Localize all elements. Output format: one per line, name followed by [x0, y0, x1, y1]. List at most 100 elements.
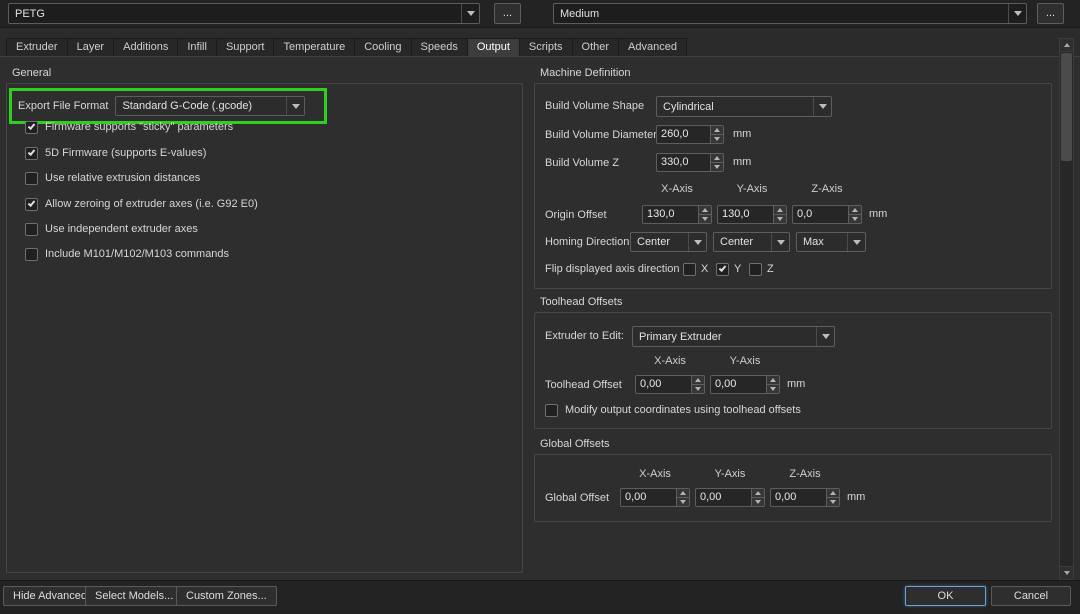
spin-value[interactable]: 0,00	[636, 376, 691, 393]
spin-value[interactable]: 0,00	[621, 489, 676, 506]
tab-infill[interactable]: Infill	[178, 38, 217, 57]
spin-down-icon[interactable]	[849, 215, 861, 223]
tab-temperature[interactable]: Temperature	[274, 38, 355, 57]
toolhead-offset-x-input[interactable]: 0,00	[635, 375, 705, 394]
spin-up-icon[interactable]	[774, 206, 786, 215]
spin-up-icon[interactable]	[692, 376, 704, 385]
quality-select[interactable]: Medium	[553, 3, 1027, 24]
spin-down-icon[interactable]	[752, 498, 764, 506]
spin-down-icon[interactable]	[827, 498, 839, 506]
chevron-down-icon[interactable]	[816, 327, 834, 346]
spin-up-icon[interactable]	[849, 206, 861, 215]
spin-up-icon[interactable]	[767, 376, 779, 385]
spin-value[interactable]: 130,0	[718, 206, 773, 223]
spin-up-icon[interactable]	[677, 489, 689, 498]
custom-zones-button[interactable]: Custom Zones...	[176, 586, 277, 606]
tab-other[interactable]: Other	[573, 38, 620, 57]
checkbox-include-m101-commands[interactable]: Include M101/M102/M103 commands	[25, 247, 229, 261]
spin-up-icon[interactable]	[699, 206, 711, 215]
toolhead-offset-y-input[interactable]: 0,00	[710, 375, 780, 394]
build-volume-diameter-input[interactable]: 260,0	[656, 125, 724, 144]
tab-extruder[interactable]: Extruder	[6, 38, 68, 57]
process-more-button[interactable]: ...	[494, 3, 521, 24]
spin-up-icon[interactable]	[711, 126, 723, 135]
spin-down-icon[interactable]	[767, 385, 779, 393]
checkbox-box[interactable]	[716, 263, 729, 276]
spin-value[interactable]: 260,0	[657, 126, 710, 143]
scroll-up-icon[interactable]	[1060, 39, 1073, 52]
checkbox-box[interactable]	[25, 198, 38, 211]
tab-advanced[interactable]: Advanced	[619, 38, 687, 57]
spin-down-icon[interactable]	[699, 215, 711, 223]
flip-axis-y-checkbox[interactable]: Y	[716, 262, 741, 276]
tab-speeds[interactable]: Speeds	[412, 38, 468, 57]
export-file-format-select[interactable]: Standard G-Code (.gcode)	[115, 96, 305, 116]
spin-down-icon[interactable]	[774, 215, 786, 223]
checkbox-box[interactable]	[25, 248, 38, 261]
spin-value[interactable]: 330,0	[657, 154, 710, 171]
chevron-down-icon[interactable]	[771, 233, 789, 251]
spin-down-icon[interactable]	[711, 135, 723, 143]
output-settings-panel: General Export File Format Standard G-Co…	[0, 56, 1080, 580]
checkbox-relative-extrusion[interactable]: Use relative extrusion distances	[25, 171, 200, 185]
chevron-down-icon[interactable]	[286, 97, 304, 115]
chevron-down-icon[interactable]	[1008, 4, 1026, 23]
spin-up-icon[interactable]	[711, 154, 723, 163]
chevron-down-icon[interactable]	[813, 97, 831, 116]
ok-button[interactable]: OK	[905, 586, 986, 606]
checkbox-box[interactable]	[545, 404, 558, 417]
flip-axis-x-checkbox[interactable]: X	[683, 262, 708, 276]
homing-direction-z-select[interactable]: Max	[796, 232, 866, 252]
tab-layer[interactable]: Layer	[68, 38, 115, 57]
checkbox-firmware-sticky[interactable]: Firmware supports "sticky" parameters	[25, 120, 233, 134]
origin-offset-z-input[interactable]: 0,0	[792, 205, 862, 224]
quality-more-button[interactable]: ...	[1037, 3, 1064, 24]
origin-offset-y-input[interactable]: 130,0	[717, 205, 787, 224]
homing-direction-x-select[interactable]: Center	[630, 232, 707, 252]
cancel-button[interactable]: Cancel	[991, 586, 1071, 606]
chevron-down-icon[interactable]	[461, 4, 479, 23]
spin-down-icon[interactable]	[692, 385, 704, 393]
checkbox-box[interactable]	[25, 223, 38, 236]
scrollbar[interactable]	[1059, 38, 1074, 580]
global-offset-z-input[interactable]: 0,00	[770, 488, 840, 507]
hide-advanced-button[interactable]: Hide Advanced	[3, 586, 97, 606]
tab-scripts[interactable]: Scripts	[520, 38, 573, 57]
build-volume-z-input[interactable]: 330,0	[656, 153, 724, 172]
tab-output[interactable]: Output	[468, 38, 520, 57]
spin-value[interactable]: 130,0	[643, 206, 698, 223]
scrollbar-thumb[interactable]	[1061, 53, 1072, 161]
spin-value[interactable]: 0,00	[771, 489, 826, 506]
chevron-down-icon[interactable]	[847, 233, 865, 251]
spin-down-icon[interactable]	[711, 163, 723, 171]
tab-cooling[interactable]: Cooling	[355, 38, 411, 57]
global-offset-y-input[interactable]: 0,00	[695, 488, 765, 507]
scroll-down-icon[interactable]	[1060, 566, 1073, 579]
tab-additions[interactable]: Additions	[114, 38, 178, 57]
checkbox-box[interactable]	[25, 172, 38, 185]
checkbox-independent-extruder-axes[interactable]: Use independent extruder axes	[25, 222, 198, 236]
checkbox-box[interactable]	[25, 147, 38, 160]
checkbox-allow-zeroing[interactable]: Allow zeroing of extruder axes (i.e. G92…	[25, 197, 258, 211]
select-models-button[interactable]: Select Models...	[85, 586, 183, 606]
spin-value[interactable]: 0,0	[793, 206, 848, 223]
homing-direction-y-select[interactable]: Center	[713, 232, 790, 252]
spin-up-icon[interactable]	[752, 489, 764, 498]
checkbox-box[interactable]	[749, 263, 762, 276]
spin-down-icon[interactable]	[677, 498, 689, 506]
spin-up-icon[interactable]	[827, 489, 839, 498]
extruder-to-edit-select[interactable]: Primary Extruder	[632, 326, 835, 347]
build-volume-shape-select[interactable]: Cylindrical	[656, 96, 832, 117]
spin-value[interactable]: 0,00	[711, 376, 766, 393]
process-select[interactable]: PETG	[8, 3, 480, 24]
checkbox-modify-output-coordinates[interactable]: Modify output coordinates using toolhead…	[545, 403, 801, 417]
chevron-down-icon[interactable]	[688, 233, 706, 251]
origin-offset-x-input[interactable]: 130,0	[642, 205, 712, 224]
global-offset-x-input[interactable]: 0,00	[620, 488, 690, 507]
flip-axis-z-checkbox[interactable]: Z	[749, 262, 774, 276]
checkbox-box[interactable]	[25, 121, 38, 134]
checkbox-box[interactable]	[683, 263, 696, 276]
tab-support[interactable]: Support	[217, 38, 275, 57]
checkbox-5d-firmware[interactable]: 5D Firmware (supports E-values)	[25, 146, 206, 160]
spin-value[interactable]: 0,00	[696, 489, 751, 506]
